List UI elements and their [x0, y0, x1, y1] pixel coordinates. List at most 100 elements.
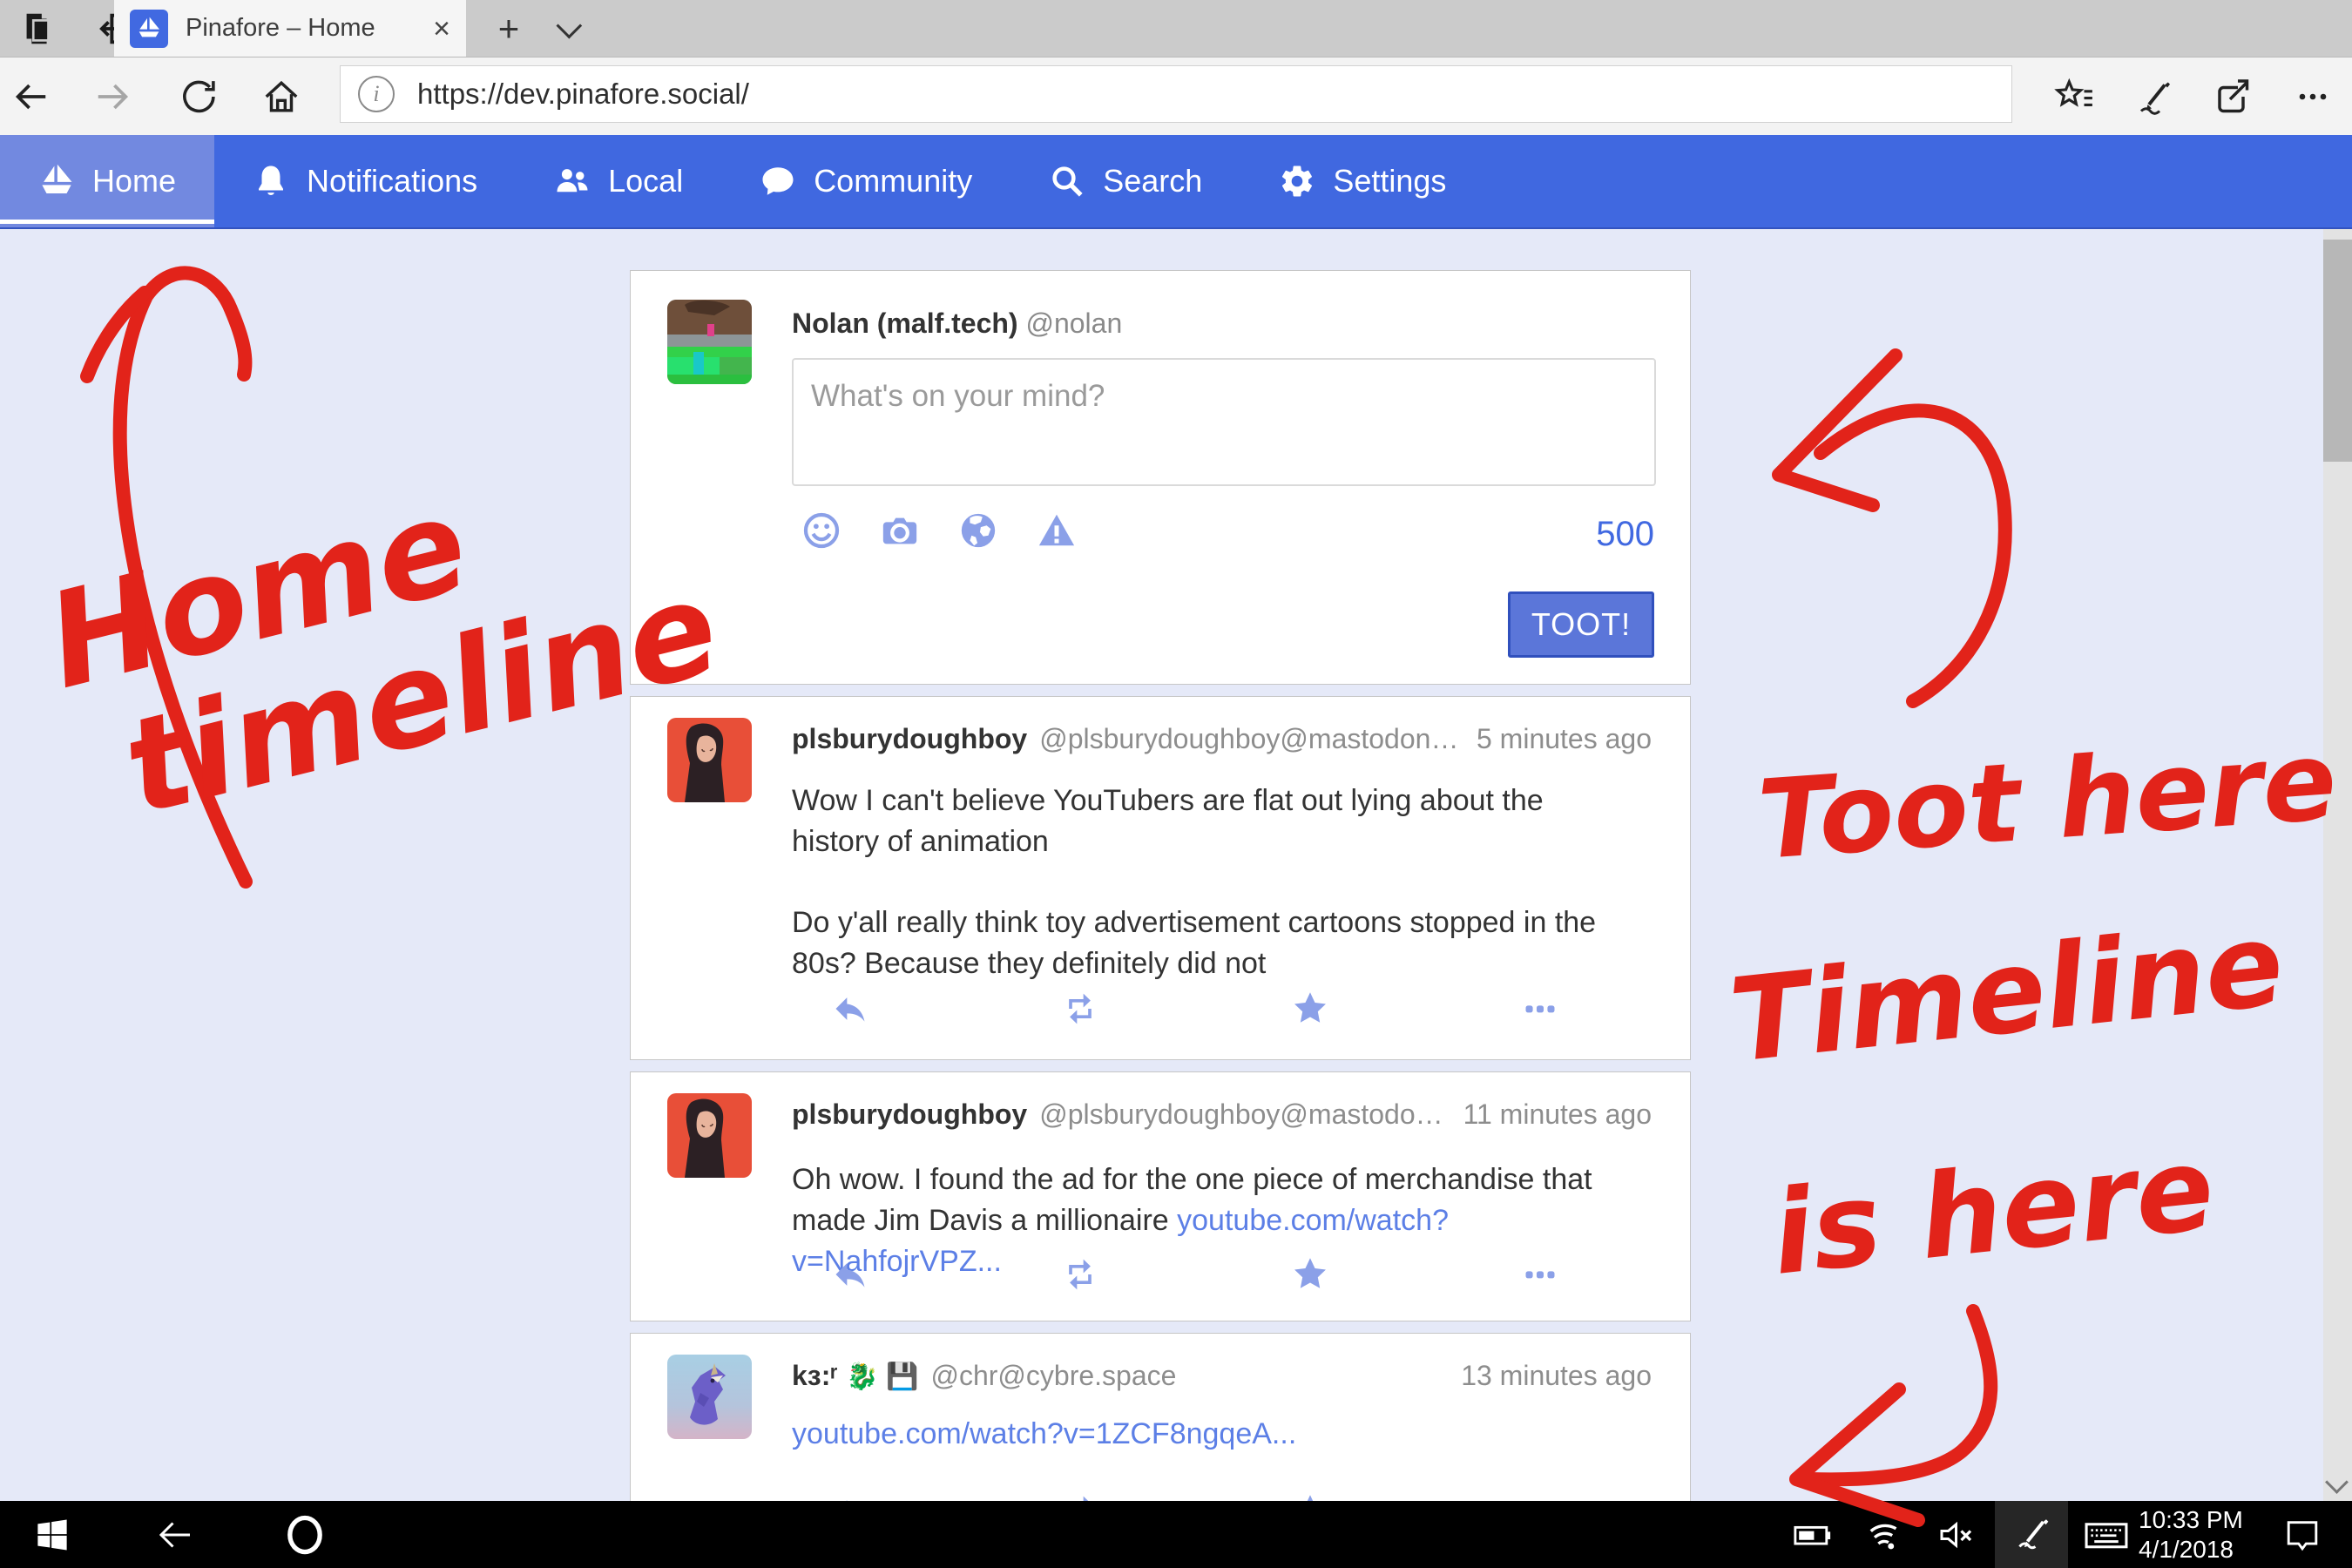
reply-icon[interactable]	[831, 990, 869, 1028]
post-header: kз:ʳ 🐉 💾 @chr@cybre.space 13 minutes ago	[792, 1360, 1652, 1392]
more-options-icon[interactable]	[1521, 1492, 1559, 1501]
post-handle[interactable]: @plsburydoughboy@mastodon.so...	[1039, 723, 1461, 755]
nav-label-home: Home	[92, 163, 176, 199]
touch-keyboard-button[interactable]	[2072, 1501, 2141, 1568]
post-handle[interactable]: @plsburydoughboy@mastodon.s...	[1039, 1098, 1447, 1131]
compose-toolbar	[801, 510, 1077, 551]
url-text[interactable]: https://dev.pinafore.social/	[417, 78, 749, 111]
nav-item-home[interactable]: Home	[0, 135, 214, 227]
clock-date: 4/1/2018	[2139, 1535, 2243, 1565]
battery-status[interactable]	[1784, 1501, 1842, 1568]
post-header: plsburydoughboy @plsburydoughboy@mastodo…	[792, 723, 1652, 755]
more-options-icon[interactable]	[1521, 1255, 1559, 1294]
avatar[interactable]	[667, 1355, 752, 1439]
settings-more-button[interactable]	[2282, 57, 2343, 135]
pinafore-nav-bar: Home Notifications Local Community Searc…	[0, 135, 2352, 229]
avatar[interactable]	[667, 718, 752, 802]
new-tab-button[interactable]: +	[481, 0, 537, 57]
post-display-name[interactable]: plsburydoughboy	[792, 1098, 1027, 1131]
scroll-down-arrow-icon[interactable]	[2325, 1470, 2349, 1494]
favorites-hub-button[interactable]	[2043, 57, 2104, 135]
share-button[interactable]	[2202, 57, 2263, 135]
refresh-button[interactable]	[167, 57, 228, 135]
nav-item-settings[interactable]: Settings	[1240, 135, 1484, 227]
avatar[interactable]	[667, 1093, 752, 1178]
scrollbar[interactable]	[2323, 229, 2352, 1501]
char-count: 500	[1596, 515, 1654, 554]
avatar[interactable]	[667, 300, 752, 384]
emoji-smiley-icon[interactable]	[801, 510, 841, 551]
favorite-star-icon[interactable]	[1291, 990, 1329, 1028]
web-note-button[interactable]	[2124, 57, 2185, 135]
start-button[interactable]	[26, 1501, 78, 1568]
post[interactable]: plsburydoughboy @plsburydoughboy@mastodo…	[630, 696, 1691, 1060]
post-body: Wow I can't believe YouTubers are flat o…	[792, 781, 1638, 984]
toot-button[interactable]: TOOT!	[1508, 591, 1654, 658]
nav-label-settings: Settings	[1333, 163, 1446, 199]
post-handle[interactable]: @chr@cybre.space	[930, 1360, 1445, 1392]
forward-button[interactable]	[83, 57, 144, 135]
taskbar-back-button[interactable]	[144, 1501, 205, 1568]
keyboard-icon	[2084, 1512, 2129, 1558]
boost-icon[interactable]	[1061, 990, 1099, 1028]
boost-icon[interactable]	[1061, 1255, 1099, 1294]
people-icon	[554, 163, 591, 199]
nav-item-local[interactable]: Local	[516, 135, 721, 227]
post-action-bar	[735, 1492, 1655, 1501]
clock-time: 10:33 PM	[2139, 1505, 2243, 1535]
compose-input[interactable]	[792, 358, 1656, 486]
reply-icon[interactable]	[831, 1492, 869, 1501]
set-tabs-aside-icon	[18, 9, 58, 49]
speech-bubble-icon	[760, 163, 796, 199]
set-tabs-aside-button[interactable]	[0, 0, 77, 57]
nav-item-notifications[interactable]: Notifications	[214, 135, 516, 227]
windows-logo-icon	[34, 1517, 71, 1553]
home-icon	[261, 77, 301, 117]
post-paragraph: Wow I can't believe YouTubers are flat o…	[792, 781, 1638, 862]
close-tab-icon[interactable]: ×	[433, 14, 450, 44]
home-button[interactable]	[251, 57, 312, 135]
pinafore-favicon-icon	[130, 10, 168, 48]
custom-emoji: 🐉 💾	[846, 1362, 918, 1392]
post-body: youtube.com/watch?v=1ZCF8ngqeA...	[792, 1414, 1638, 1455]
favorite-star-icon[interactable]	[1291, 1492, 1329, 1501]
post-paragraph: youtube.com/watch?v=1ZCF8ngqeA...	[792, 1414, 1638, 1455]
camera-icon[interactable]	[880, 510, 920, 551]
post-display-name[interactable]: plsburydoughboy	[792, 723, 1027, 755]
pen-settings-button[interactable]	[1995, 1501, 2068, 1568]
post-display-name[interactable]: kз:ʳ	[792, 1360, 837, 1392]
nav-label-community: Community	[814, 163, 972, 199]
cortana-circle-icon	[283, 1513, 327, 1557]
post-timestamp[interactable]: 11 minutes ago	[1463, 1098, 1652, 1131]
volume-status[interactable]	[1927, 1501, 1988, 1568]
reply-icon[interactable]	[831, 1255, 869, 1294]
post-timestamp[interactable]: 5 minutes ago	[1477, 723, 1652, 755]
boost-icon[interactable]	[1061, 1492, 1099, 1501]
action-center-button[interactable]	[2272, 1501, 2333, 1568]
nav-item-search[interactable]: Search	[1010, 135, 1240, 227]
sailboat-icon	[38, 163, 75, 199]
globe-icon[interactable]	[958, 510, 998, 551]
site-info-icon[interactable]: i	[358, 76, 395, 112]
content-warning-icon[interactable]	[1037, 510, 1077, 551]
wifi-status[interactable]	[1857, 1501, 1915, 1568]
post-timestamp[interactable]: 13 minutes ago	[1461, 1360, 1652, 1392]
volume-muted-icon	[1936, 1514, 1978, 1556]
tab-preview-toggle[interactable]	[538, 0, 594, 57]
back-button[interactable]	[0, 57, 61, 135]
post-link[interactable]: youtube.com/watch?v=1ZCF8ngqeA...	[792, 1417, 1296, 1450]
search-icon	[1049, 163, 1085, 199]
post-header: plsburydoughboy @plsburydoughboy@mastodo…	[792, 1098, 1652, 1131]
taskbar-clock[interactable]: 10:33 PM 4/1/2018	[2139, 1501, 2243, 1568]
more-options-icon[interactable]	[1521, 990, 1559, 1028]
post[interactable]: kз:ʳ 🐉 💾 @chr@cybre.space 13 minutes ago…	[630, 1333, 1691, 1501]
scrollbar-thumb[interactable]	[2323, 240, 2352, 462]
nav-item-community[interactable]: Community	[721, 135, 1010, 227]
wifi-icon	[1866, 1515, 1906, 1555]
post[interactable]: plsburydoughboy @plsburydoughboy@mastodo…	[630, 1071, 1691, 1321]
favorite-star-icon[interactable]	[1291, 1255, 1329, 1294]
address-bar[interactable]: i https://dev.pinafore.social/	[340, 65, 2012, 123]
cortana-button[interactable]	[274, 1501, 335, 1568]
bell-icon	[253, 163, 289, 199]
browser-tab[interactable]: Pinafore – Home ×	[114, 0, 466, 57]
